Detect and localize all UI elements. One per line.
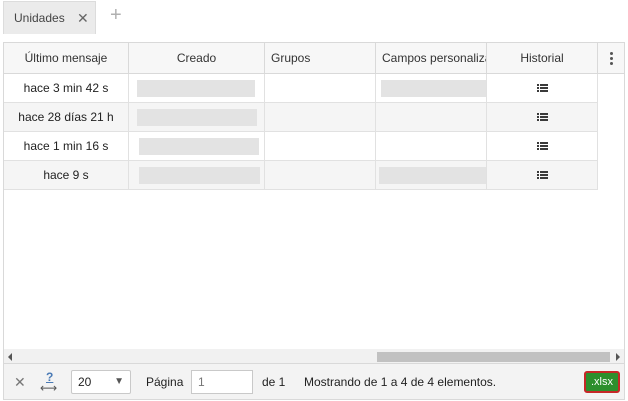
- column-header-created[interactable]: Creado: [129, 43, 265, 73]
- clear-filters-icon[interactable]: ✕: [14, 374, 26, 391]
- add-tab-icon[interactable]: +: [110, 5, 122, 25]
- units-table: Último mensaje Creado Grupos Campos pers…: [3, 42, 625, 364]
- pager: ✕ ? ⟷ 20 ▼ Página de 1 Mostrando de 1 a …: [3, 364, 625, 400]
- scrollbar-thumb[interactable]: [377, 352, 610, 362]
- table-row[interactable]: hace 1 min 16 s: [4, 132, 598, 161]
- history-list-icon[interactable]: [536, 142, 548, 150]
- table-row[interactable]: hace 9 s: [4, 161, 598, 190]
- cell-custom-fields: [376, 103, 487, 131]
- redacted-value: [137, 108, 257, 126]
- column-menu-icon[interactable]: [598, 43, 624, 73]
- cell-custom-fields: [376, 132, 487, 160]
- total-pages-label: de 1: [262, 375, 286, 389]
- redacted-value: [137, 79, 255, 97]
- cell-groups: [265, 103, 376, 131]
- cell-last-message: hace 3 min 42 s: [4, 74, 129, 102]
- cell-last-message: hace 28 días 21 h: [4, 103, 129, 131]
- table-row[interactable]: hace 3 min 42 s: [4, 74, 598, 103]
- cell-created: [129, 74, 265, 102]
- cell-history: [487, 103, 598, 131]
- cell-created: [129, 132, 265, 160]
- page-number-input[interactable]: [191, 370, 253, 394]
- page-label: Página: [146, 375, 184, 389]
- column-header-custom-fields[interactable]: Campos personalizados: [376, 43, 487, 73]
- pager-info: Mostrando de 1 a 4 de 4 elementos.: [304, 375, 497, 389]
- cell-custom-fields: [376, 74, 487, 102]
- redacted-value: [139, 137, 259, 155]
- chevron-down-icon: ▼: [114, 376, 124, 387]
- cell-history: [487, 161, 598, 189]
- cell-custom-fields: [376, 161, 487, 189]
- close-icon[interactable]: ✕: [77, 10, 89, 26]
- export-xlsx-button[interactable]: .xlsx: [584, 371, 620, 393]
- tab-unidades[interactable]: Unidades ✕: [3, 1, 96, 34]
- redacted-value: [381, 79, 486, 97]
- column-header-history[interactable]: Historial: [487, 43, 598, 73]
- cell-groups: [265, 74, 376, 102]
- cell-last-message: hace 1 min 16 s: [4, 132, 129, 160]
- column-header-groups[interactable]: Grupos: [265, 43, 376, 73]
- scroll-left-icon[interactable]: [8, 353, 12, 361]
- cell-created: [129, 161, 265, 189]
- horizontal-scrollbar[interactable]: [4, 349, 624, 363]
- table-header: Último mensaje Creado Grupos Campos pers…: [4, 43, 624, 74]
- history-list-icon[interactable]: [536, 84, 548, 92]
- redacted-value: [379, 166, 486, 184]
- scroll-right-icon[interactable]: [616, 353, 620, 361]
- cell-last-message: hace 9 s: [4, 161, 129, 189]
- page-size-select[interactable]: 20 ▼: [71, 370, 131, 394]
- cell-history: [487, 132, 598, 160]
- column-header-last-message[interactable]: Último mensaje: [4, 43, 129, 73]
- cell-groups: [265, 161, 376, 189]
- table-row[interactable]: hace 28 días 21 h: [4, 103, 598, 132]
- history-list-icon[interactable]: [536, 171, 548, 179]
- column-resize-help-icon[interactable]: ? ⟷: [40, 370, 60, 395]
- tab-label: Unidades: [14, 11, 65, 25]
- redacted-value: [139, 166, 260, 184]
- cell-history: [487, 74, 598, 102]
- history-list-icon[interactable]: [536, 113, 548, 121]
- tab-bar: Unidades ✕ +: [0, 0, 628, 35]
- page-size-value: 20: [78, 375, 92, 389]
- cell-created: [129, 103, 265, 131]
- cell-groups: [265, 132, 376, 160]
